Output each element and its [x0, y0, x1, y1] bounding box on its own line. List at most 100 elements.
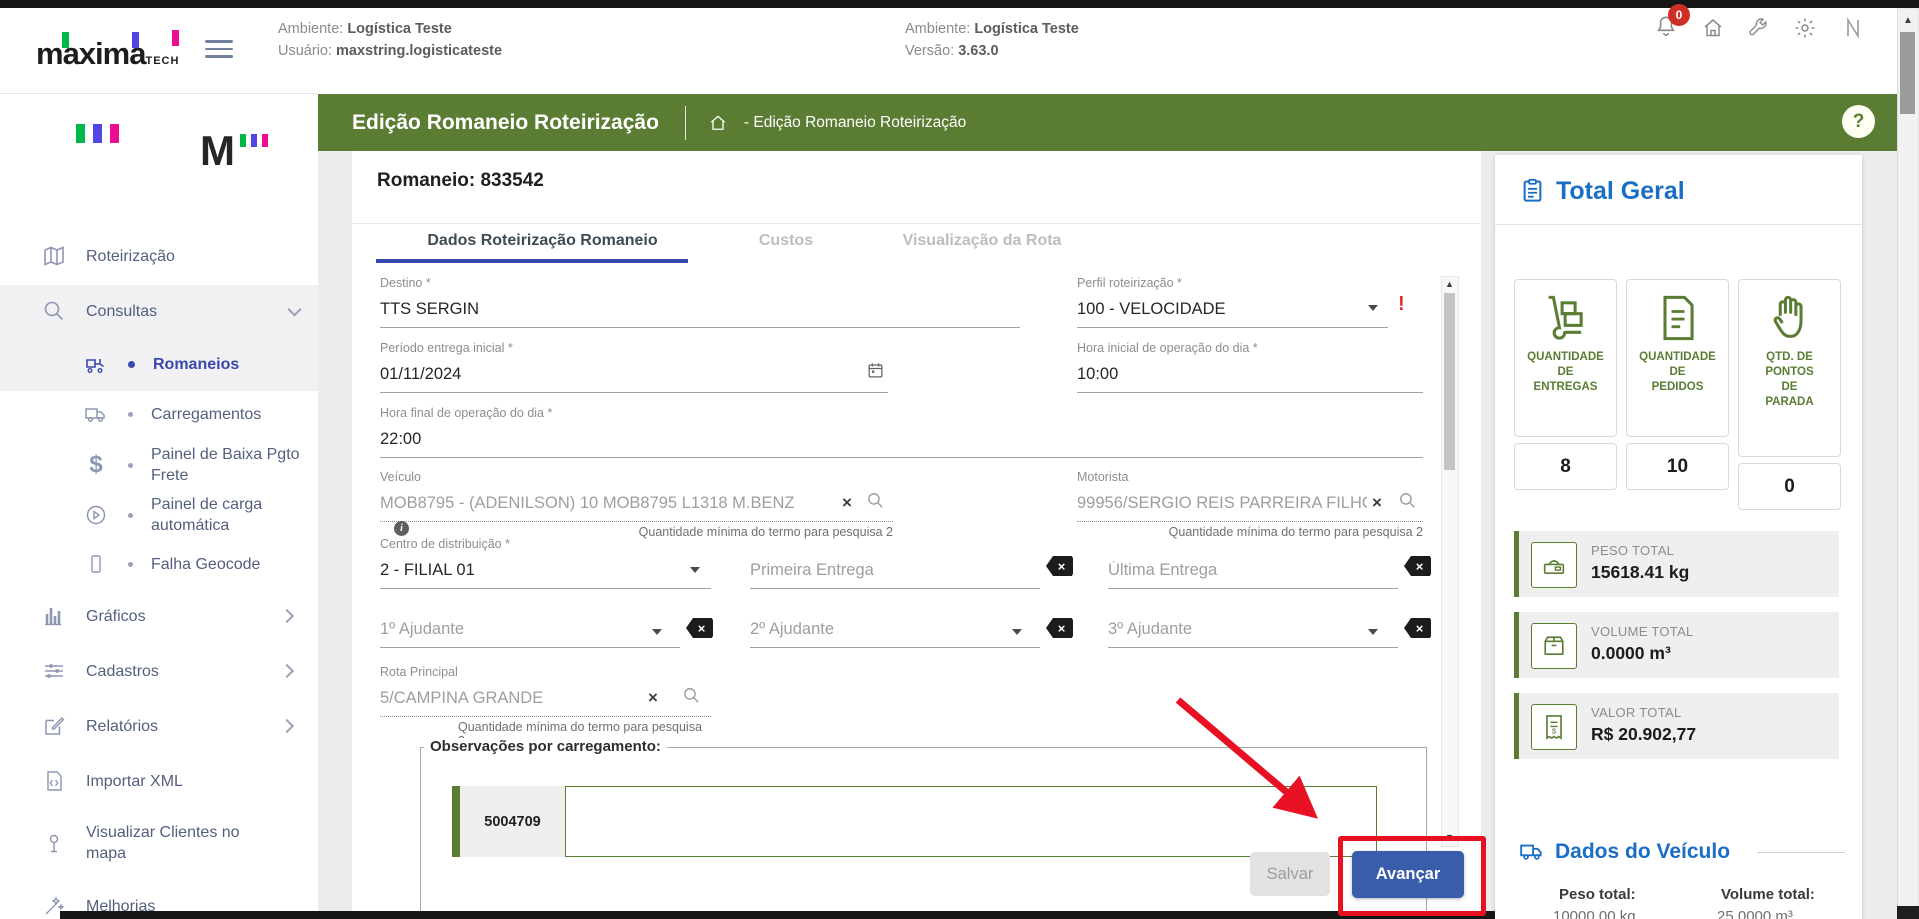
- sidebar-item-importar-xml[interactable]: Importar XML: [0, 755, 318, 807]
- versao-label: Versão:: [905, 43, 954, 59]
- perfil-field: Perfil roteirização *: [1077, 276, 1388, 328]
- sidebar-item-roteirizacao[interactable]: Roteirização: [0, 230, 318, 282]
- volume-veiculo-value: 25.0000 m³: [1717, 908, 1793, 919]
- avancar-button[interactable]: Avançar: [1352, 851, 1464, 898]
- ajudante1-select[interactable]: [380, 616, 680, 648]
- bullet-icon: [128, 562, 133, 567]
- sidebar-label: Painel de Baixa Pgto Frete: [151, 444, 318, 486]
- primeira-entrega-input[interactable]: [750, 557, 1040, 589]
- hora-inicial-input[interactable]: [1077, 361, 1423, 393]
- stat-entregas-box: QUANTIDADE DE ENTREGAS: [1514, 279, 1617, 437]
- sidebar-item-falha-geocode[interactable]: Falha Geocode: [0, 538, 318, 590]
- sidebar-item-visualizar-clientes[interactable]: Visualizar Clientes no mapa: [0, 812, 318, 874]
- menu-toggle-icon[interactable]: [205, 40, 233, 63]
- brand-logo[interactable]: maximaTECH: [36, 36, 179, 72]
- form-scroll-up-icon[interactable]: ▲: [1445, 280, 1454, 289]
- primeira-entrega-field: [750, 537, 1040, 589]
- sidebar-item-carregamentos[interactable]: Carregamentos: [0, 388, 318, 440]
- rota-clear-icon[interactable]: [648, 689, 658, 706]
- watermark-m-bar-pink: [262, 134, 268, 147]
- perfil-dropdown-caret-icon[interactable]: [1368, 305, 1378, 311]
- sidebar-item-consultas[interactable]: Consultas: [0, 285, 318, 337]
- sidebar-item-graficos[interactable]: Gráficos: [0, 590, 318, 642]
- sidebar-label: Consultas: [86, 301, 157, 322]
- wrench-icon[interactable]: [1747, 16, 1771, 40]
- truck-blue-icon: [1519, 838, 1545, 864]
- hand-icon: [1764, 292, 1816, 344]
- valor-total-value: R$ 20.902,77: [1591, 724, 1696, 745]
- hora-final-field: Hora final de operação do dia *: [380, 406, 1423, 458]
- rota-label: Rota Principal: [380, 665, 711, 685]
- stat-paradas-box: QTD. DE PONTOS DE PARADA: [1738, 279, 1841, 457]
- page-title: Edição Romaneio Roteirização: [352, 111, 659, 135]
- ajudante1-dropdown-caret-icon[interactable]: [652, 629, 662, 635]
- obs-carga-tab[interactable]: 5004709: [460, 786, 565, 857]
- ajudante2-field: [750, 600, 1040, 648]
- sidebar-item-relatorios[interactable]: Relatórios: [0, 700, 318, 752]
- home-icon[interactable]: [1701, 16, 1725, 40]
- title-divider: [685, 106, 686, 140]
- perfil-select[interactable]: [1077, 296, 1388, 328]
- motorista-clear-icon[interactable]: [1372, 494, 1382, 511]
- ajudante2-select[interactable]: [750, 616, 1040, 648]
- ajudante2-dropdown-caret-icon[interactable]: [1012, 629, 1022, 635]
- peso-veiculo-label: Peso total:: [1559, 886, 1636, 903]
- versao-value: 3.63.0: [958, 43, 998, 59]
- tab-visualizacao-rota[interactable]: Visualização da Rota: [897, 232, 1067, 256]
- heading-divider: [352, 223, 1481, 224]
- rota-search-icon[interactable]: [682, 686, 701, 705]
- package-icon: [1531, 623, 1577, 669]
- mobile-icon: [84, 552, 108, 576]
- peso-veiculo-value: 10000.00 kg: [1553, 908, 1636, 919]
- volume-total-label: VOLUME TOTAL: [1591, 624, 1694, 639]
- search-icon: [42, 299, 66, 323]
- ultima-entrega-input[interactable]: [1108, 557, 1398, 589]
- ajudante3-select[interactable]: [1108, 616, 1398, 648]
- periodo-label: Período entrega inicial *: [380, 341, 888, 361]
- rota-field: Rota Principal Quantidade mínima do term…: [380, 665, 711, 748]
- page-scrollbar-thumb[interactable]: [1900, 32, 1915, 114]
- xml-file-icon: [42, 769, 66, 793]
- maxima-n-icon[interactable]: [1841, 16, 1865, 40]
- form-scroll-down-icon[interactable]: ▼: [1445, 833, 1454, 842]
- breadcrumb-home-icon[interactable]: [708, 113, 728, 133]
- centro-dropdown-caret-icon[interactable]: [690, 567, 700, 573]
- cart-icon: [84, 352, 108, 376]
- calendar-icon[interactable]: [866, 361, 885, 380]
- help-button[interactable]: ?: [1842, 105, 1875, 138]
- destino-input[interactable]: [380, 296, 1020, 328]
- form-scrollbar-thumb[interactable]: [1444, 293, 1455, 470]
- veiculo-search-icon[interactable]: [866, 491, 885, 510]
- periodo-input[interactable]: [380, 361, 888, 393]
- obs-textarea[interactable]: [565, 786, 1377, 857]
- veiculo-input[interactable]: [380, 490, 893, 522]
- page-scrollbar[interactable]: [1897, 8, 1919, 919]
- hora-inicial-field: Hora inicial de operação do dia *: [1077, 341, 1423, 393]
- volume-veiculo-label: Volume total:: [1721, 886, 1815, 903]
- map-pin-icon: [42, 831, 66, 855]
- sidebar-label: Relatórios: [86, 716, 158, 737]
- brand-logo-text: maxima: [36, 36, 145, 71]
- gear-icon[interactable]: [1793, 16, 1817, 40]
- veiculo-clear-icon[interactable]: [842, 494, 852, 511]
- motorista-search-icon[interactable]: [1398, 491, 1417, 510]
- bar-chart-icon: [42, 604, 66, 628]
- tab-dados-roteirizacao[interactable]: Dados Roteirização Romaneio: [400, 232, 685, 256]
- info-icon[interactable]: i: [394, 521, 409, 536]
- sidebar-item-carga-automatica[interactable]: Painel de carga automática: [0, 486, 318, 544]
- salvar-button[interactable]: Salvar: [1250, 852, 1330, 896]
- rota-input[interactable]: [380, 685, 711, 717]
- peso-total-row: PESO TOTAL 15618.41 kg: [1514, 531, 1839, 597]
- sidebar-item-cadastros[interactable]: Cadastros: [0, 645, 318, 697]
- hora-final-input[interactable]: [380, 426, 1423, 458]
- sidebar-item-romaneios[interactable]: Romaneios: [0, 338, 318, 390]
- tab-custos[interactable]: Custos: [740, 232, 832, 256]
- centro-select[interactable]: [380, 557, 711, 589]
- ajudante3-dropdown-caret-icon[interactable]: [1368, 629, 1378, 635]
- usuario-label: Usuário:: [278, 43, 332, 59]
- ambiente-value: Logística Teste: [347, 21, 451, 37]
- dollar-icon: $: [84, 453, 108, 477]
- page-scroll-up-icon[interactable]: ▲: [1903, 16, 1913, 26]
- truck-icon: [84, 402, 108, 426]
- obs-legend: Observações por carregamento:: [424, 738, 667, 755]
